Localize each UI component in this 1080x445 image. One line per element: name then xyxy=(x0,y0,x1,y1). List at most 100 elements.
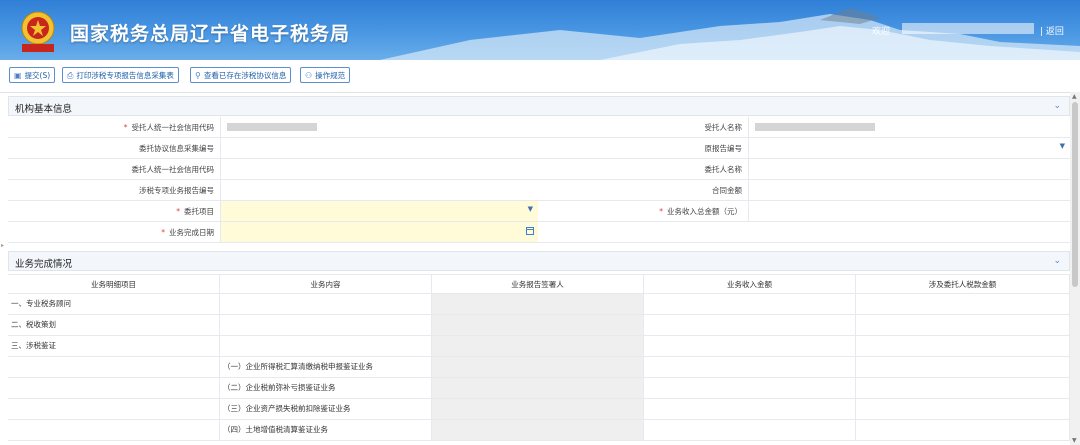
tax-amount-cell[interactable] xyxy=(856,357,1070,377)
field-label: 委托人名称 xyxy=(704,165,743,174)
entrusted-item-select[interactable]: ▼ xyxy=(220,201,538,221)
users-icon: ⚇ xyxy=(305,71,313,80)
submit-button[interactable]: ▣ 提交(S) xyxy=(9,67,56,83)
calendar-icon[interactable] xyxy=(526,227,534,235)
content-cell: （三）企业资产损失税前扣除鉴证业务 xyxy=(220,399,432,419)
field-label: 受托人名称 xyxy=(704,123,743,132)
tax-amount-cell[interactable] xyxy=(856,315,1070,335)
total-income-field[interactable] xyxy=(748,201,1070,221)
dropdown-arrow-icon[interactable]: ▼ xyxy=(528,205,533,213)
item-cell xyxy=(8,378,220,398)
table-row: （一）企业所得税汇算清缴纳税申报鉴证业务 xyxy=(8,357,1070,378)
tax-amount-cell[interactable] xyxy=(856,336,1070,356)
content-cell: （二）企业税前弥补亏损鉴证业务 xyxy=(220,378,432,398)
required-mark: * xyxy=(123,123,128,132)
table-row: 二、税收策划 xyxy=(8,315,1070,336)
field-label: * 业务收入总金额（元） xyxy=(659,207,742,216)
required-mark: * xyxy=(176,207,180,216)
tax-amount-cell[interactable] xyxy=(856,378,1070,398)
principal-credit-code-field[interactable] xyxy=(220,159,538,179)
print-form-button[interactable]: ⎙ 打印涉税专项报告信息采集表 xyxy=(62,67,179,83)
scroll-up-icon[interactable]: ▲ xyxy=(1072,93,1077,100)
tax-amount-cell[interactable] xyxy=(856,399,1070,419)
income-cell[interactable] xyxy=(644,336,856,356)
signer-cell xyxy=(432,294,644,314)
field-label: * 委托项目 xyxy=(176,207,214,216)
signer-cell xyxy=(432,399,644,419)
agreement-code-field[interactable] xyxy=(220,138,538,158)
chevron-down-icon[interactable]: ⌄ xyxy=(1053,256,1061,266)
scroll-thumb[interactable] xyxy=(1072,102,1078,287)
client-name-field[interactable] xyxy=(748,117,1070,137)
original-report-select[interactable]: ▼ xyxy=(748,138,1070,158)
chevron-down-icon[interactable]: ⌄ xyxy=(1053,101,1061,111)
content-cell: （四）土地增值税清算鉴证业务 xyxy=(220,420,432,440)
column-header: 业务明细项目 xyxy=(8,275,220,295)
signer-cell xyxy=(432,336,644,356)
toolbar: ▣ 提交(S) ⎙ 打印涉税专项报告信息采集表 ⚲ 查看已存在涉税协议信息 ⚇ 操作规范 xyxy=(0,60,1080,93)
vertical-scrollbar[interactable]: ▲ ▼ xyxy=(1070,92,1080,445)
dropdown-arrow-icon[interactable]: ▼ xyxy=(1060,142,1065,150)
tax-amount-cell[interactable] xyxy=(856,294,1070,314)
form-row: * 委托项目 ▼ * 业务收入总金额（元） xyxy=(8,201,1070,222)
signer-cell xyxy=(432,420,644,440)
item-cell xyxy=(8,420,220,440)
field-label: 委托协议信息采集编号 xyxy=(139,144,214,153)
content-cell xyxy=(220,336,432,356)
section-basic-info-header[interactable]: 机构基本信息 ⌄ xyxy=(8,96,1070,116)
tax-emblem-icon xyxy=(21,11,55,52)
scroll-down-icon[interactable]: ▼ xyxy=(1072,437,1077,444)
welcome-text: 欢迎 xyxy=(872,27,891,37)
column-header: 业务收入金额 xyxy=(644,275,856,295)
section-title: 业务完成情况 xyxy=(15,259,73,270)
table-header: 业务明细项目 业务内容 业务报告签署人 业务收入金额 涉及委托人税款金额 xyxy=(8,274,1070,295)
column-header: 业务报告签署人 xyxy=(432,275,644,295)
income-cell[interactable] xyxy=(644,294,856,314)
table-row: 三、涉税鉴证 xyxy=(8,336,1070,357)
column-header: 业务内容 xyxy=(220,275,432,295)
principal-name-field[interactable] xyxy=(748,159,1070,179)
client-credit-code-field[interactable] xyxy=(220,117,538,137)
site-title: 国家税务总局辽宁省电子税务局 xyxy=(70,23,351,45)
income-cell[interactable] xyxy=(644,399,856,419)
form-row: * 受托人统一社会信用代码 受托人名称 xyxy=(8,117,1070,138)
field-label: * 业务完成日期 xyxy=(161,228,214,237)
print-icon: ⎙ xyxy=(67,71,74,80)
table-row: （四）土地增值税清算鉴证业务 xyxy=(8,420,1070,441)
form-row: 涉税专项业务报告编号 合同金额 xyxy=(8,180,1070,201)
tax-amount-cell[interactable] xyxy=(856,420,1070,440)
field-label: 合同金额 xyxy=(712,186,742,195)
field-label: 委托人统一社会信用代码 xyxy=(131,165,215,174)
content-cell: （一）企业所得税汇算清缴纳税申报鉴证业务 xyxy=(220,357,432,377)
field-label: 涉税专项业务报告编号 xyxy=(139,186,214,195)
signer-cell xyxy=(432,378,644,398)
section-title: 机构基本信息 xyxy=(15,104,73,115)
completion-date-picker[interactable] xyxy=(220,222,538,242)
back-link[interactable]: | 返回 xyxy=(1040,24,1064,37)
item-cell: 一、专业税务顾问 xyxy=(8,294,220,314)
form-row: * 业务完成日期 xyxy=(8,222,1070,243)
item-cell xyxy=(8,357,220,377)
content-cell xyxy=(220,294,432,314)
income-cell[interactable] xyxy=(644,315,856,335)
side-collapse-handle-icon[interactable]: ▸ xyxy=(1,242,4,249)
signer-cell xyxy=(432,315,644,335)
view-agreements-button[interactable]: ⚲ 查看已存在涉税协议信息 xyxy=(190,67,292,83)
app-header: 国家税务总局辽宁省电子税务局 欢迎 | 返回 xyxy=(0,0,1080,60)
masked-value xyxy=(755,123,875,131)
income-cell[interactable] xyxy=(644,357,856,377)
section-completion-header[interactable]: 业务完成情况 ⌄ xyxy=(8,251,1070,271)
item-cell: 三、涉税鉴证 xyxy=(8,336,220,356)
special-report-no-field[interactable] xyxy=(220,180,538,200)
contract-amount-field[interactable] xyxy=(748,180,1070,200)
content-cell xyxy=(220,315,432,335)
income-cell[interactable] xyxy=(644,420,856,440)
income-cell[interactable] xyxy=(644,378,856,398)
search-icon: ⚲ xyxy=(195,71,201,80)
guide-button[interactable]: ⚇ 操作规范 xyxy=(300,67,351,83)
form-row: 委托协议信息采集编号 原报告编号 ▼ xyxy=(8,138,1070,159)
masked-username xyxy=(902,23,1034,34)
required-mark: * xyxy=(161,228,165,237)
item-cell: 二、税收策划 xyxy=(8,315,220,335)
table-row: （三）企业资产损失税前扣除鉴证业务 xyxy=(8,399,1070,420)
